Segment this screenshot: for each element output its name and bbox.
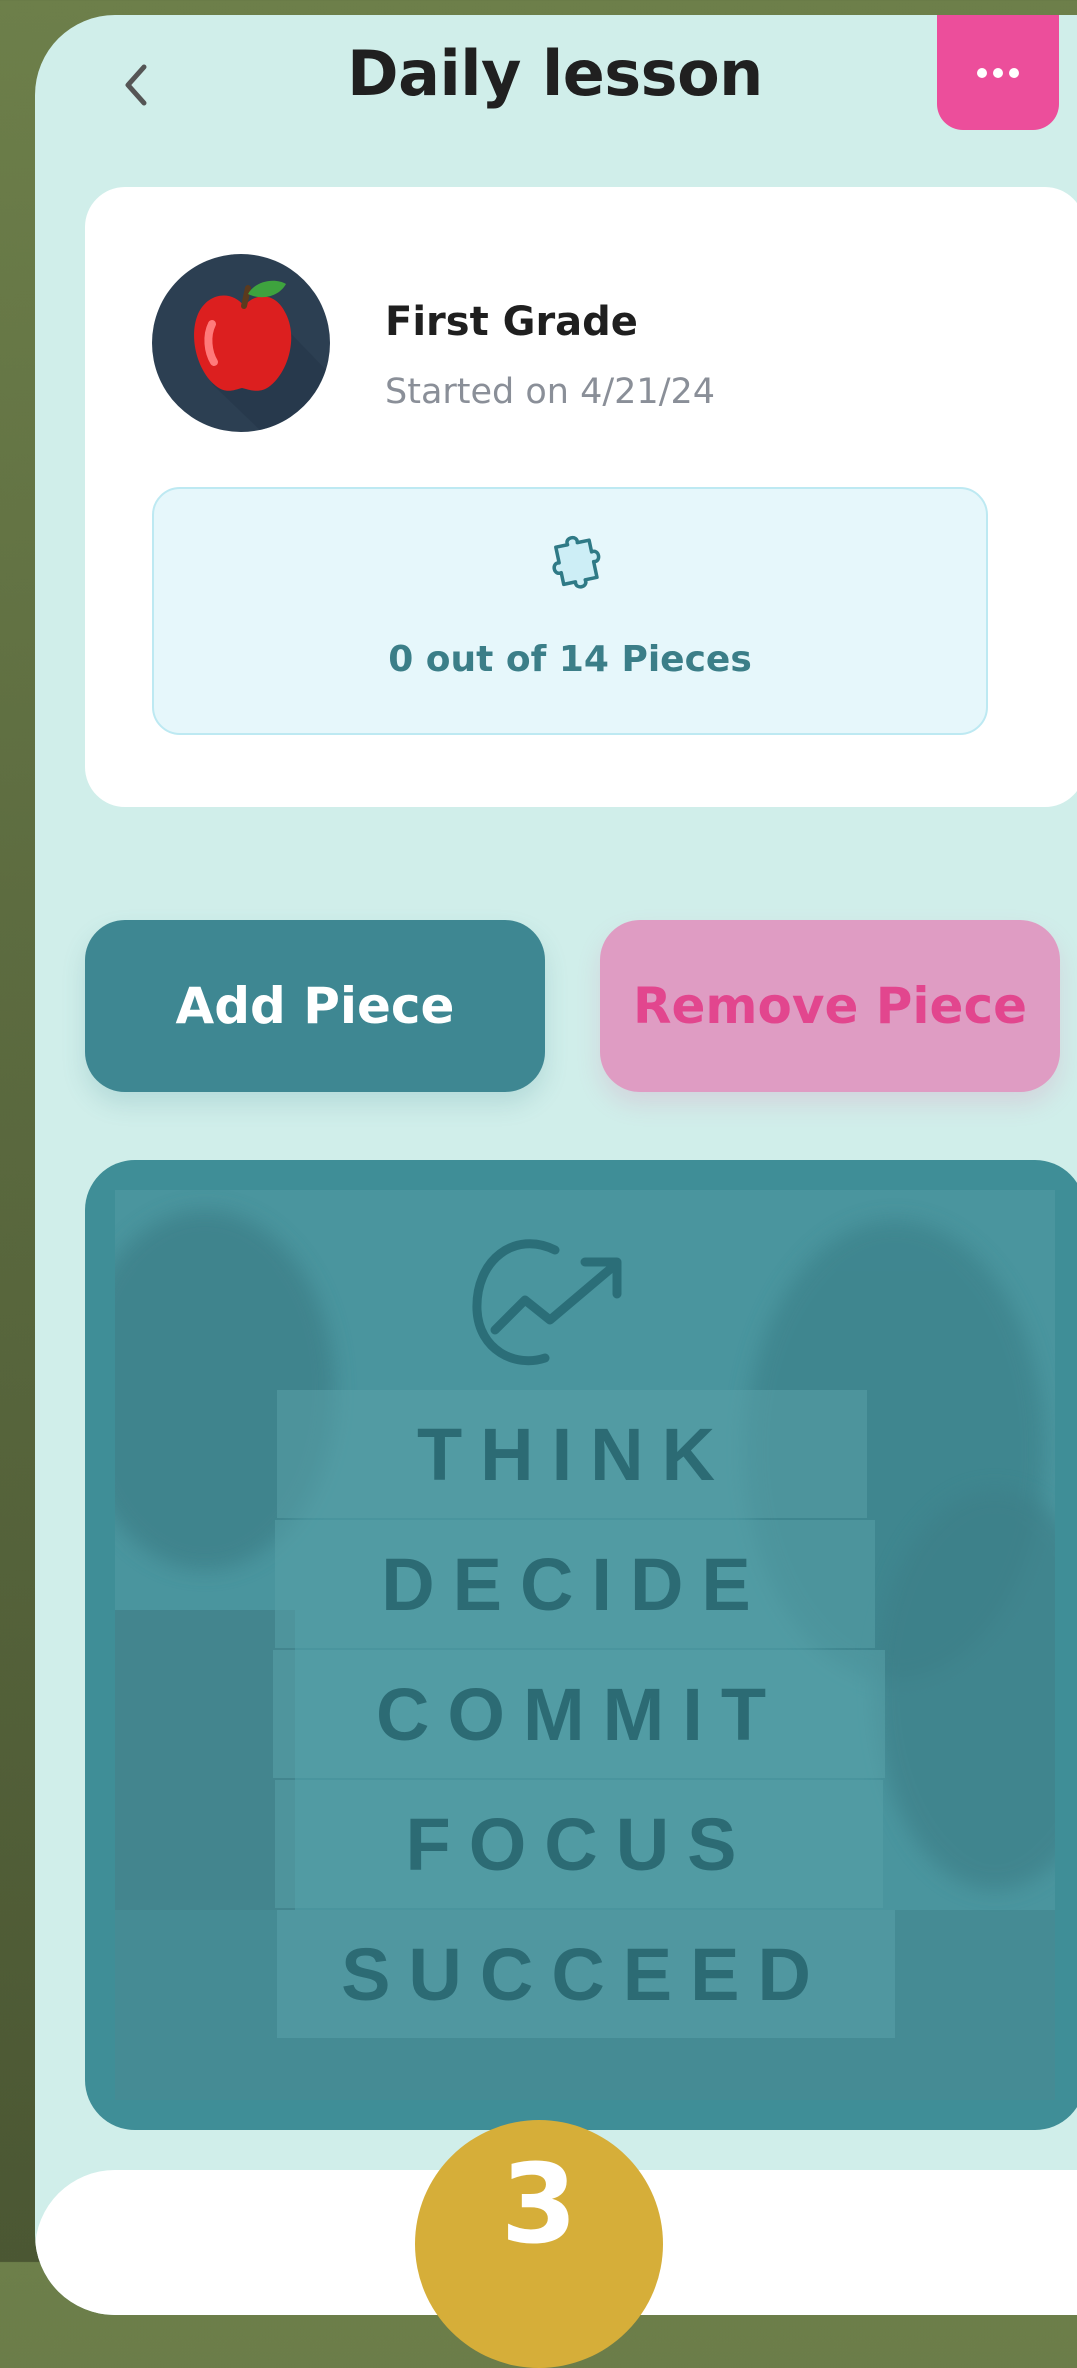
chevron-left-icon <box>125 64 147 105</box>
more-dots-icon <box>977 67 1019 78</box>
puzzle-piece-icon <box>552 535 601 589</box>
grade-name: First Grade <box>385 299 638 345</box>
lesson-card: First Grade Started on 4/21/24 0 out of … <box>85 187 1077 807</box>
grade-avatar <box>152 254 330 432</box>
apple-icon <box>194 280 330 432</box>
start-date: Started on 4/21/24 <box>385 372 716 412</box>
block-word: THINK <box>417 1413 733 1496</box>
block-word: DECIDE <box>381 1543 769 1626</box>
app-screen: Daily lesson First Grade Started on 4/21… <box>35 15 1077 2315</box>
block-word: FOCUS <box>406 1803 755 1886</box>
add-piece-button[interactable]: Add Piece <box>85 920 545 1092</box>
progress-box: 0 out of 14 Pieces <box>152 487 988 735</box>
header: Daily lesson <box>35 15 1077 155</box>
page-title: Daily lesson <box>347 37 763 110</box>
remove-piece-button[interactable]: Remove Piece <box>600 920 1060 1092</box>
pieces-progress-text: 0 out of 14 Pieces <box>388 639 752 680</box>
step-number-badge: 3 <box>415 2120 663 2368</box>
block-word: COMMIT <box>376 1673 784 1756</box>
block-word: SUCCEED <box>341 1933 829 2016</box>
motivation-image: THINK DECIDE COMMIT FOCUS SUCCEED <box>115 1190 1055 2100</box>
more-options-button[interactable] <box>937 15 1059 130</box>
puzzle-image-panel: THINK DECIDE COMMIT FOCUS SUCCEED <box>85 1160 1077 2130</box>
back-button[interactable] <box>105 47 165 122</box>
